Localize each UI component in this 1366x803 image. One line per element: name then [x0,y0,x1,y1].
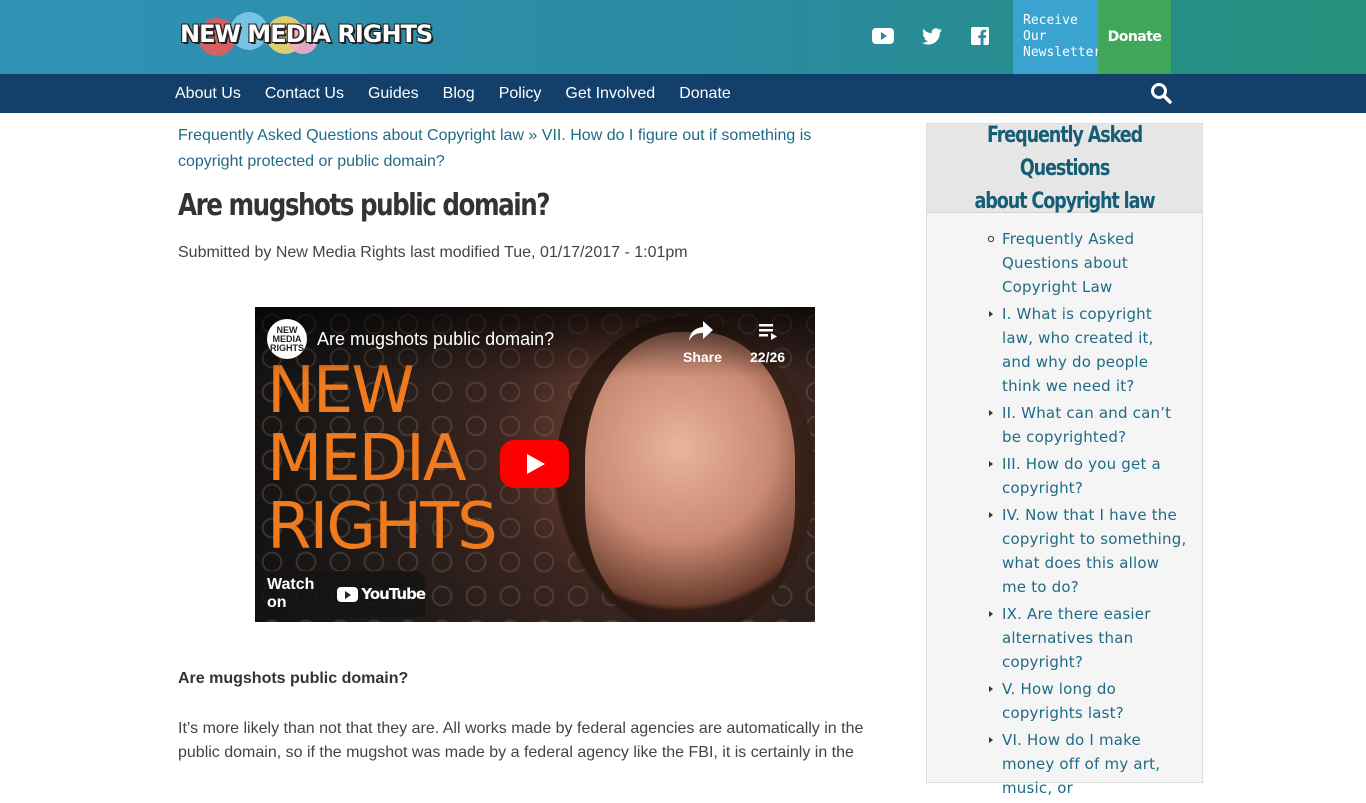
video-title[interactable]: Are mugshots public domain? [317,329,554,350]
sidebar-item-label: III. How do you get a copyright? [1002,455,1161,497]
triangle-right-icon [989,461,993,467]
nav-item-get-involved[interactable]: Get Involved [565,85,655,103]
sidebar-item-label: V. How long do copyrights last? [1002,680,1124,722]
breadcrumb-separator: » [528,127,538,144]
sidebar-item-section-ii[interactable]: II. What can and can’t be copyrighted? [987,401,1187,449]
share-icon[interactable] [689,321,713,343]
newsletter-button[interactable]: Receive Our Newsletter [1013,0,1102,74]
sidebar-item-section-iii[interactable]: III. How do you get a copyright? [987,452,1187,500]
sidebar-list: Frequently Asked Questions about Copyrig… [987,227,1187,803]
playlist-count[interactable]: 22/26 [750,349,785,365]
nav-item-about-us[interactable]: About Us [175,85,241,103]
sidebar-item-label: I. What is copyright law, who created it… [1002,305,1154,395]
sidebar-title[interactable]: Frequently Asked Questions about Copyrig… [927,123,1202,214]
sidebar-item-label: VI. How do I make money off of my art, m… [1002,731,1161,797]
nav-item-contact-us[interactable]: Contact Us [265,85,344,103]
sidebar-item-label: IX. Are there easier alternatives than c… [1002,605,1151,671]
triangle-right-icon [989,512,993,518]
overlay-logo-line: MEDIA [267,422,467,496]
triangle-right-icon [989,737,993,743]
circle-bullet-icon [987,235,995,243]
site-logo[interactable]: NEW MEDIA RIGHTS [180,10,433,62]
youtube-wordmark: YouTube [337,585,426,603]
share-label[interactable]: Share [683,349,722,365]
page-title: Are mugshots public domain? [178,188,551,223]
triangle-right-icon [989,410,993,416]
sidebar-item-label: IV. Now that I have the copyright to som… [1002,506,1187,596]
submitted-info: Submitted by New Media Rights last modif… [178,244,688,261]
sidebar-title-line: Frequently Asked Questions [986,122,1143,181]
overlay-logo-line: RIGHTS [267,490,498,564]
video-overlay-logo: NEW MEDIA RIGHTS [267,357,498,564]
watch-on-label: Watch on [267,576,315,611]
nav-item-blog[interactable]: Blog [443,85,475,103]
search-icon[interactable] [1150,82,1172,104]
sidebar-item-section-i[interactable]: I. What is copyright law, who created it… [987,302,1187,398]
nav-item-donate[interactable]: Donate [679,85,731,103]
sidebar-item-section-vi[interactable]: VI. How do I make money off of my art, m… [987,728,1187,800]
sidebar: Frequently Asked Questions about Copyrig… [926,123,1203,797]
sidebar-item-label: Frequently Asked Questions about Copyrig… [1002,230,1135,296]
nav-item-policy[interactable]: Policy [499,85,542,103]
site-header: NEW MEDIA RIGHTS Receive Our Newsletter … [0,0,1366,74]
article-subheading: Are mugshots public domain? [178,670,409,687]
sidebar-item-section-iv[interactable]: IV. Now that I have the copyright to som… [987,503,1187,599]
play-icon [526,454,545,474]
sidebar-item-section-ix[interactable]: IX. Are there easier alternatives than c… [987,602,1187,674]
play-button[interactable] [500,440,569,488]
youtube-icon[interactable] [870,24,896,48]
twitter-icon[interactable] [919,24,945,48]
youtube-wordmark-text: YouTube [361,585,426,603]
sidebar-item-label: II. What can and can’t be copyrighted? [1002,404,1172,446]
logo-text: NEW MEDIA RIGHTS [180,20,433,48]
youtube-embed[interactable]: NEW MEDIA RIGHTS NEW MEDIA RIGHTS Are mu… [255,307,815,622]
playlist-icon[interactable] [759,323,779,341]
triangle-right-icon [989,686,993,692]
newsletter-line: Receive [1023,13,1078,28]
triangle-right-icon [989,311,993,317]
header-donate-button[interactable]: Donate [1098,0,1171,74]
sidebar-item-faq[interactable]: Frequently Asked Questions about Copyrig… [987,227,1187,299]
article-body: It’s more likely than not that they are.… [178,720,864,761]
triangle-right-icon [989,611,993,617]
breadcrumb-link-faq[interactable]: Frequently Asked Questions about Copyrig… [178,127,524,144]
sidebar-item-section-v[interactable]: V. How long do copyrights last? [987,677,1187,725]
sidebar-title-line: about Copyright law [974,188,1156,214]
newsletter-line: Our [1023,29,1047,44]
channel-avatar[interactable]: NEW MEDIA RIGHTS [267,319,307,359]
newsletter-line: Newsletter [1023,45,1102,60]
facebook-icon[interactable] [967,24,993,48]
youtube-logo-icon [337,586,359,602]
watch-on-youtube-button[interactable]: Watch on YouTube [255,571,426,617]
nav-item-guides[interactable]: Guides [368,85,419,103]
breadcrumb: Frequently Asked Questions about Copyrig… [178,123,878,175]
